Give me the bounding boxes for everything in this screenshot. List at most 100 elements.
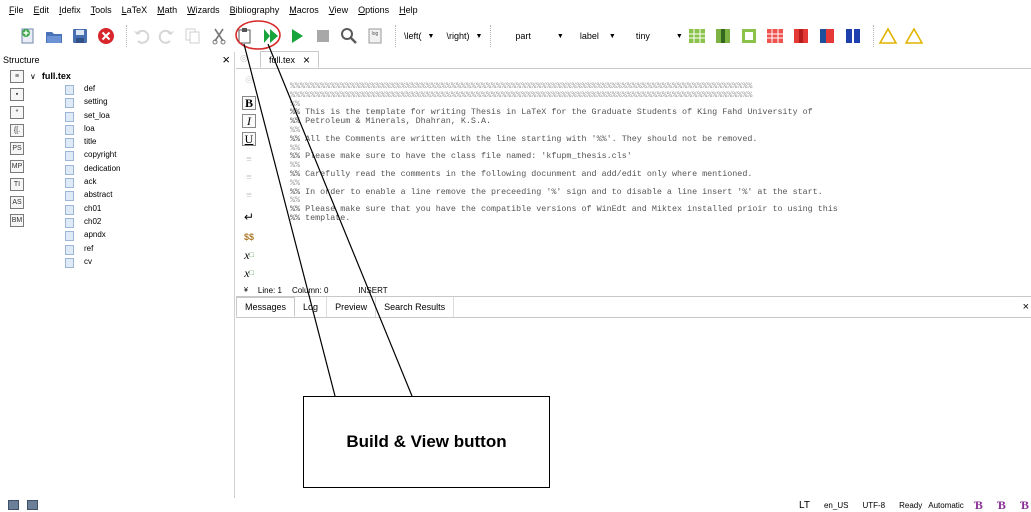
menu-item-bibliography[interactable]: Bibliography — [225, 5, 285, 15]
tab-search-results[interactable]: Search Results — [376, 297, 455, 317]
spell-language[interactable]: en_US — [824, 501, 848, 510]
stop-icon[interactable] — [313, 26, 333, 46]
left-delimiter-combo[interactable]: \left( ▼ — [400, 27, 438, 45]
code-editor[interactable]: %%%%%%%%%%%%%%%%%%%%%%%%%%%%%%%%%%%%%%%%… — [262, 70, 1031, 282]
save-icon[interactable] — [70, 26, 90, 46]
menu-item-view[interactable]: View — [324, 5, 353, 15]
menu-item-options[interactable]: Options — [353, 5, 394, 15]
chevron-down-icon[interactable]: ∨ — [30, 72, 36, 81]
encoding[interactable]: UTF-8 — [862, 501, 885, 510]
structure-panel-icon[interactable]: PS — [10, 142, 24, 155]
language-tool-indicator[interactable]: LT — [799, 500, 810, 511]
view-icon[interactable] — [339, 26, 359, 46]
tree-item[interactable]: apndx — [30, 230, 120, 243]
italic-icon[interactable]: I — [242, 114, 256, 128]
tree-item[interactable]: ch01 — [30, 204, 120, 217]
tree-item[interactable]: cv — [30, 257, 120, 270]
menu-item-wizards[interactable]: Wizards — [182, 5, 225, 15]
tab-log[interactable]: Log — [295, 297, 328, 317]
open-folder-icon[interactable] — [44, 26, 64, 46]
tree-item[interactable]: ref — [30, 244, 120, 257]
bold-icon[interactable]: B — [242, 96, 256, 110]
file-icon — [65, 217, 74, 228]
menu-item-help[interactable]: Help — [394, 5, 423, 15]
messages-toggle-icon[interactable] — [27, 500, 38, 510]
compile-icon[interactable] — [287, 26, 307, 46]
align-center-icon[interactable]: ≡ — [242, 170, 256, 184]
tree-item[interactable]: loa — [30, 124, 120, 137]
compile-mode[interactable]: Automatic — [928, 501, 964, 510]
pdf-viewer-icon[interactable]: Ɓ — [1020, 498, 1029, 512]
tree-item[interactable]: copyright — [30, 150, 120, 163]
tree-item[interactable]: title — [30, 137, 120, 150]
close-icon[interactable]: × — [222, 53, 230, 66]
chevron-down-icon: ▼ — [675, 32, 683, 40]
structure-panel-icon[interactable]: AS — [10, 196, 24, 209]
menu-item-edit[interactable]: Edit — [29, 5, 55, 15]
code-line: %% Please make sure to have the class fi… — [290, 151, 632, 162]
close-icon[interactable]: × — [303, 53, 310, 67]
structure-panel-icon[interactable]: * — [10, 106, 24, 119]
build-and-view-icon[interactable] — [261, 26, 281, 46]
structure-panel-icon[interactable]: ≡ — [10, 70, 24, 83]
compile-state: Ready — [899, 500, 923, 510]
menu-item-file[interactable]: File — [4, 5, 29, 15]
tree-item-label: ref — [84, 243, 94, 253]
table-remove-row-icon[interactable] — [765, 26, 785, 46]
copy-icon[interactable] — [183, 26, 203, 46]
tree-item[interactable]: set_loa — [30, 111, 120, 124]
tree-item[interactable]: abstract — [30, 190, 120, 203]
math-mode-icon[interactable]: $$ — [242, 230, 256, 244]
reference-combo[interactable]: label ▼ — [576, 27, 620, 45]
file-icon — [65, 124, 74, 135]
table-cell-icon[interactable] — [739, 26, 759, 46]
tab-preview[interactable]: Preview — [327, 297, 377, 317]
menu-item-idefix[interactable]: Idefix — [54, 5, 86, 15]
newline-icon[interactable]: ↵ — [242, 210, 256, 224]
paste-icon[interactable] — [235, 26, 255, 46]
tree-item[interactable]: ch02 — [30, 217, 120, 230]
table-add-column-icon[interactable] — [713, 26, 733, 46]
structure-panel-icon[interactable]: {[. — [10, 124, 24, 137]
structure-panel-icon[interactable]: BM — [10, 214, 24, 227]
menu-item-macros[interactable]: Macros — [284, 5, 324, 15]
tree-item[interactable]: def — [30, 84, 120, 97]
table-remove-column-icon[interactable] — [791, 26, 811, 46]
undo-icon[interactable] — [131, 26, 151, 46]
superscript-icon[interactable]: x □ — [242, 266, 256, 280]
subscript-icon[interactable]: x □ — [242, 248, 256, 262]
structure-panel-icon[interactable]: MP — [10, 160, 24, 173]
align-right-icon[interactable]: ≡ — [242, 188, 256, 202]
pdf-viewer-icon[interactable]: Ɓ — [974, 498, 983, 512]
tree-item[interactable]: ack — [30, 177, 120, 190]
new-file-icon[interactable] — [18, 26, 38, 46]
structure-toggle-icon[interactable] — [8, 500, 19, 510]
align-left-icon[interactable]: ≡ — [242, 152, 256, 166]
cut-icon[interactable] — [209, 26, 229, 46]
table-merge-icon[interactable] — [817, 26, 837, 46]
right-delimiter-combo[interactable]: \right) ▼ — [442, 27, 486, 45]
structure-panel-icon[interactable]: ▪ — [10, 88, 24, 101]
tree-item[interactable]: dedication — [30, 164, 120, 177]
tree-root[interactable]: ∨ full.tex — [30, 70, 120, 82]
warning-triangle-icon[interactable] — [904, 26, 924, 46]
menu-item-math[interactable]: Math — [152, 5, 182, 15]
close-icon[interactable]: × — [1023, 301, 1029, 313]
redo-icon[interactable] — [157, 26, 177, 46]
view-log-icon[interactable]: log — [365, 26, 385, 46]
tab-messages[interactable]: Messages — [236, 297, 296, 317]
size-combo[interactable]: tiny ▼ — [632, 27, 687, 45]
close-file-icon[interactable] — [96, 26, 116, 46]
warning-triangle-icon[interactable] — [878, 26, 898, 46]
menu-item-tools[interactable]: Tools — [86, 5, 117, 15]
tab-full-tex[interactable]: full.tex × — [260, 51, 320, 68]
underline-icon[interactable]: U — [242, 132, 256, 146]
tree-item[interactable]: setting — [30, 97, 120, 110]
sectioning-combo[interactable]: part ▼ — [511, 27, 567, 45]
structure-panel-icon[interactable]: TI — [10, 178, 24, 191]
table-split-icon[interactable] — [843, 26, 863, 46]
menu-item-latex[interactable]: LaTeX — [117, 5, 153, 15]
pdf-viewer-icon[interactable]: Ɓ — [997, 498, 1006, 512]
table-add-row-icon[interactable] — [687, 26, 707, 46]
chevron-down-icon[interactable]: ¥ — [244, 287, 248, 294]
